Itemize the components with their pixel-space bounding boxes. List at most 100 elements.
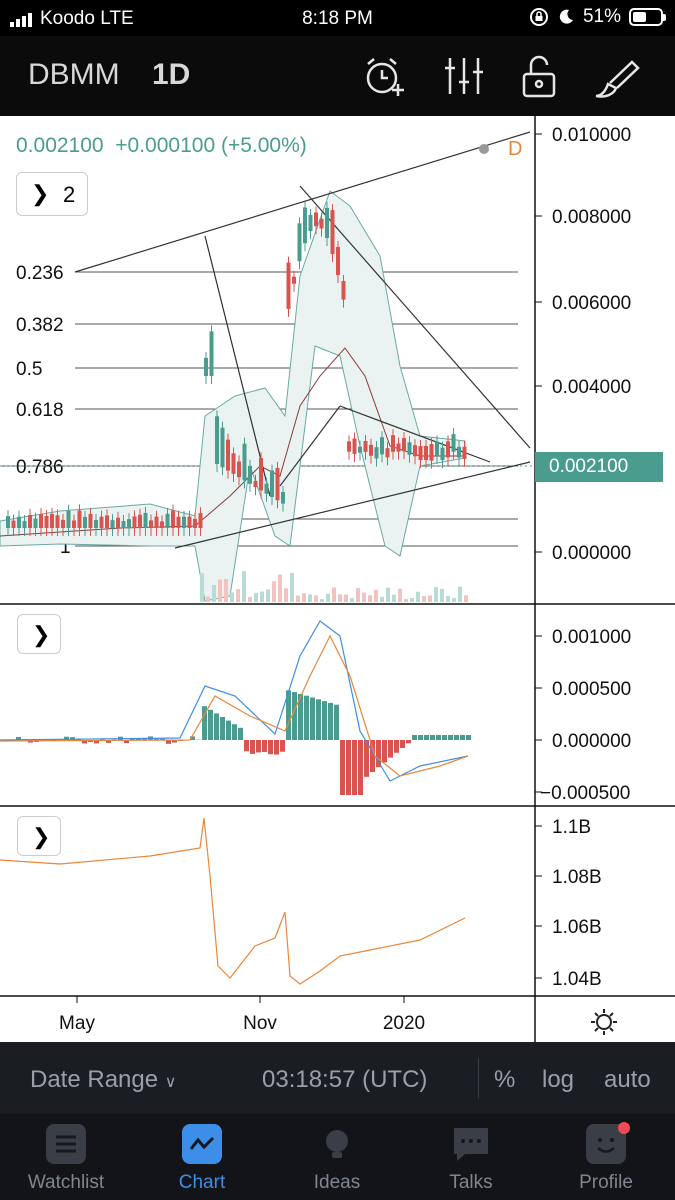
candle [402, 438, 406, 452]
notification-dot [618, 1122, 630, 1134]
volume-bar [344, 594, 348, 602]
volume-bar [422, 596, 426, 602]
macd-axis-label: 0.000500 [552, 679, 631, 700]
volume-bar [338, 594, 342, 602]
candle [303, 207, 307, 244]
supply-pane[interactable] [0, 817, 466, 985]
fib-level-label: 0.5 [16, 359, 42, 380]
candle [198, 513, 203, 528]
candle [33, 518, 38, 528]
macd-histogram-bar [382, 740, 387, 763]
tab-chart[interactable]: Chart [142, 1114, 262, 1200]
candle [330, 210, 335, 255]
candle [380, 437, 384, 455]
price-chart[interactable]: 0.2360.3820.50.6180.78611 0.0100000.0080… [0, 116, 675, 1042]
macd-histogram-bar [448, 735, 453, 740]
candle [264, 483, 269, 494]
candle [281, 491, 285, 504]
interval-button[interactable]: 1D [152, 58, 190, 92]
unlock-icon[interactable] [514, 50, 566, 102]
price-axis-label: 0.010000 [552, 125, 631, 146]
candle [352, 438, 357, 454]
legend-change: +0.000100 [115, 134, 216, 157]
candle [325, 207, 329, 239]
supply-line [0, 817, 466, 985]
volume-bar [368, 595, 372, 602]
candle [22, 521, 27, 528]
candle [358, 446, 362, 453]
alarm-add-icon[interactable] [358, 50, 410, 102]
battery-icon [629, 8, 666, 26]
candle [209, 331, 214, 376]
date-range-button[interactable]: Date Range ∨ [30, 1066, 176, 1094]
legend-price: 0.002100 [16, 134, 104, 157]
auto-toggle[interactable]: auto [604, 1066, 651, 1094]
candle [374, 447, 379, 459]
fib-level-label: 0.382 [16, 315, 64, 336]
time-axis-label: May [59, 1013, 95, 1034]
price-axis-label: 0.008000 [552, 207, 631, 228]
candle [6, 516, 10, 528]
volume-bar [224, 579, 228, 602]
macd-histogram-bar [274, 740, 279, 755]
current-price-label: 0.002100 [535, 452, 663, 482]
expand-macd-button[interactable]: ❯ [17, 614, 61, 654]
candle [204, 357, 208, 376]
indicators-icon[interactable] [438, 50, 490, 102]
macd-histogram-bar [256, 740, 261, 753]
macd-pane[interactable] [0, 620, 471, 795]
candle [50, 513, 54, 528]
tab-talks[interactable]: Talks [411, 1114, 531, 1200]
macd-histogram-bar [340, 740, 345, 795]
volume-bar [206, 596, 210, 602]
tab-profile[interactable]: Profile [546, 1114, 666, 1200]
macd-histogram-bar [214, 713, 219, 740]
expand-supply-button[interactable]: ❯ [17, 816, 61, 856]
candle [116, 517, 120, 528]
candle [237, 461, 241, 478]
volume-bar [326, 593, 330, 602]
macd-histogram-bar [454, 735, 459, 740]
candle [319, 218, 324, 229]
macd-axis-label: 0.000000 [552, 731, 631, 752]
watchlist-icon [46, 1124, 86, 1164]
candle [341, 281, 346, 300]
candle [363, 441, 368, 452]
macd-histogram-bar [226, 720, 231, 740]
expand-indicators-button[interactable]: ❯ 2 [16, 172, 88, 216]
candle [182, 516, 186, 528]
volume-bar [278, 574, 282, 602]
macd-histogram-bar [424, 735, 429, 740]
tab-watchlist[interactable]: Watchlist [6, 1114, 126, 1200]
tab-ideas[interactable]: Ideas [277, 1114, 397, 1200]
talks-icon [451, 1124, 491, 1164]
log-toggle[interactable]: log [542, 1066, 574, 1094]
time-axis-label: Nov [243, 1013, 277, 1034]
volume-bar [248, 597, 252, 602]
macd-histogram-bar [358, 740, 363, 795]
candle [385, 448, 390, 458]
signal-line [0, 634, 469, 777]
candle [396, 443, 401, 452]
supply-axis-label: 1.08B [552, 867, 602, 888]
percent-toggle[interactable]: % [494, 1066, 515, 1094]
volume-bar [356, 588, 360, 602]
candle [143, 512, 148, 528]
symbol-button[interactable]: DBMM [28, 58, 120, 92]
candle [391, 435, 395, 452]
candle [127, 519, 131, 528]
volume-bar [218, 579, 222, 602]
volume-bar [266, 589, 270, 602]
settings-gear-icon[interactable] [588, 1006, 620, 1038]
draw-brush-icon[interactable] [592, 50, 644, 102]
ideas-icon [317, 1124, 357, 1164]
range-bar: Date Range ∨ 03:18:57 (UTC) % log auto [0, 1042, 675, 1114]
volume-bar [308, 594, 312, 602]
chart-area[interactable]: 0.2360.3820.50.6180.78611 0.0100000.0080… [0, 116, 675, 1042]
price-axis-label: 0.006000 [552, 293, 631, 314]
macd-histogram-bar [328, 702, 333, 740]
status-bar: Koodo LTE 8:18 PM 51% [0, 0, 675, 36]
candle [160, 521, 164, 528]
chevron-right-icon: ❯ [31, 181, 50, 206]
candle [154, 516, 159, 528]
